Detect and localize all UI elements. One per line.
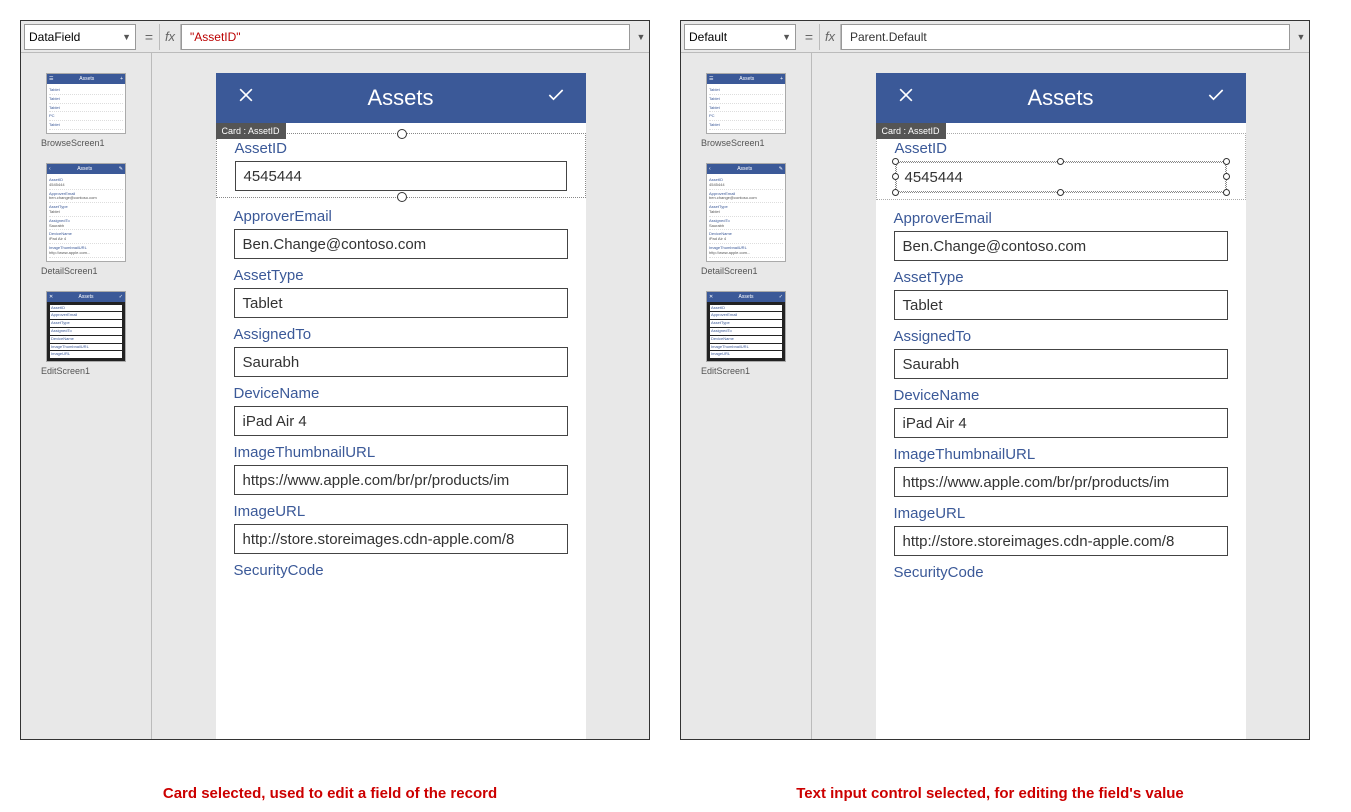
card-assetid[interactable]: AssetID 4545444: [876, 133, 1246, 200]
card-securitycode[interactable]: SecurityCode: [894, 564, 1228, 581]
card-imageurl[interactable]: ImageURL http://store.storeimages.cdn-ap…: [234, 503, 568, 554]
check-icon[interactable]: [1206, 85, 1226, 111]
field-input[interactable]: http://store.storeimages.cdn-apple.com/8: [234, 524, 568, 554]
app-title: Assets: [256, 85, 546, 111]
field-label: DeviceName: [234, 385, 568, 402]
check-icon[interactable]: [546, 85, 566, 111]
field-label: ImageURL: [894, 505, 1228, 522]
field-label: AssignedTo: [894, 328, 1228, 345]
field-label: DeviceName: [894, 387, 1228, 404]
card-assetid[interactable]: AssetID 4545444: [216, 133, 586, 198]
caption-right: Text input control selected, for editing…: [660, 785, 1320, 802]
card-approveremail[interactable]: ApproverEmail Ben.Change@contoso.com: [234, 208, 568, 259]
field-input[interactable]: 4545444: [896, 162, 1226, 192]
formula-expand-icon[interactable]: ▼: [1293, 32, 1309, 42]
fx-icon[interactable]: fx: [819, 24, 841, 50]
app-header: Assets: [876, 73, 1246, 123]
field-input[interactable]: Ben.Change@contoso.com: [234, 229, 568, 259]
card-assettype[interactable]: AssetType Tablet: [234, 267, 568, 318]
field-label: AssetType: [234, 267, 568, 284]
field-label: ImageThumbnailURL: [894, 446, 1228, 463]
field-input[interactable]: https://www.apple.com/br/pr/products/im: [894, 467, 1228, 497]
thumb-label: EditScreen1: [701, 366, 806, 376]
thumb-detail[interactable]: ‹Assets✎ AssetID4545444 ApproverEmailben…: [686, 163, 806, 286]
chevron-down-icon: ▼: [782, 32, 791, 42]
field-input[interactable]: iPad Air 4: [894, 408, 1228, 438]
field-label: AssignedTo: [234, 326, 568, 343]
phone-preview[interactable]: Assets Card : AssetID AssetID 4545444 Ap…: [216, 73, 586, 739]
card-tag: Card : AssetID: [876, 123, 946, 139]
property-name: Default: [689, 30, 727, 44]
field-label: ApproverEmail: [234, 208, 568, 225]
canvas[interactable]: Assets Card : AssetID AssetID 4545444: [811, 53, 1309, 739]
card-approveremail[interactable]: ApproverEmail Ben.Change@contoso.com: [894, 210, 1228, 261]
property-dropdown[interactable]: DataField ▼: [24, 24, 136, 50]
formula-input[interactable]: "AssetID": [181, 24, 630, 50]
field-input[interactable]: 4545444: [235, 161, 567, 191]
card-assignedto[interactable]: AssignedTo Saurabh: [234, 326, 568, 377]
card-devicename[interactable]: DeviceName iPad Air 4: [234, 385, 568, 436]
property-dropdown[interactable]: Default ▼: [684, 24, 796, 50]
thumb-label: BrowseScreen1: [701, 138, 806, 148]
close-icon[interactable]: [236, 85, 256, 111]
card-assettype[interactable]: AssetType Tablet: [894, 269, 1228, 320]
card-imagethumbnailurl[interactable]: ImageThumbnailURL https://www.apple.com/…: [894, 446, 1228, 497]
formula-bar: Default ▼ = fx Parent.Default ▼: [681, 21, 1309, 53]
thumb-edit[interactable]: ✕Assets✓ AssetID ApproverEmail AssetType…: [686, 291, 806, 387]
card-assignedto[interactable]: AssignedTo Saurabh: [894, 328, 1228, 379]
field-label: SecurityCode: [894, 564, 1228, 581]
card-imagethumbnailurl[interactable]: ImageThumbnailURL https://www.apple.com/…: [234, 444, 568, 495]
formula-expand-icon[interactable]: ▼: [633, 32, 649, 42]
thumb-detail[interactable]: ‹Assets✎ AssetID4545444 ApproverEmailben…: [26, 163, 146, 286]
app-title: Assets: [916, 85, 1206, 111]
field-label: AssetType: [894, 269, 1228, 286]
chevron-down-icon: ▼: [122, 32, 131, 42]
formula-input[interactable]: Parent.Default: [841, 24, 1290, 50]
formula-bar: DataField ▼ = fx "AssetID" ▼: [21, 21, 649, 53]
card-tag: Card : AssetID: [216, 123, 286, 139]
thumb-label: BrowseScreen1: [41, 138, 146, 148]
fx-icon[interactable]: fx: [159, 24, 181, 50]
field-label: ImageThumbnailURL: [234, 444, 568, 461]
field-label: SecurityCode: [234, 562, 568, 579]
thumb-label: DetailScreen1: [41, 266, 146, 276]
field-label: ImageURL: [234, 503, 568, 520]
card-securitycode[interactable]: SecurityCode: [234, 562, 568, 579]
text-input-selected[interactable]: 4545444: [895, 161, 1227, 193]
field-label: AssetID: [235, 140, 567, 157]
field-input[interactable]: http://store.storeimages.cdn-apple.com/8: [894, 526, 1228, 556]
thumb-browse[interactable]: ☰Assets+ Tablet Tablet Tablet PC Tablet …: [686, 73, 806, 158]
card-devicename[interactable]: DeviceName iPad Air 4: [894, 387, 1228, 438]
card-imageurl[interactable]: ImageURL http://store.storeimages.cdn-ap…: [894, 505, 1228, 556]
screen-thumbnails: ☰Assets+ Tablet Tablet Tablet PC Tablet …: [681, 53, 811, 739]
equals-label: =: [799, 29, 819, 45]
equals-label: =: [139, 29, 159, 45]
left-pane: DataField ▼ = fx "AssetID" ▼ ☰Assets+ Ta…: [20, 20, 650, 740]
field-input[interactable]: Tablet: [234, 288, 568, 318]
app-header: Assets: [216, 73, 586, 123]
caption-left: Card selected, used to edit a field of t…: [0, 785, 660, 802]
property-name: DataField: [29, 30, 80, 44]
phone-preview[interactable]: Assets Card : AssetID AssetID 4545444: [876, 73, 1246, 739]
field-input[interactable]: Tablet: [894, 290, 1228, 320]
right-pane: Default ▼ = fx Parent.Default ▼ ☰Assets+…: [680, 20, 1310, 740]
thumb-edit[interactable]: ✕Assets✓ AssetID ApproverEmail AssetType…: [26, 291, 146, 387]
field-label: ApproverEmail: [894, 210, 1228, 227]
screen-thumbnails: ☰Assets+ Tablet Tablet Tablet PC Tablet …: [21, 53, 151, 739]
field-input[interactable]: Saurabh: [234, 347, 568, 377]
thumb-label: EditScreen1: [41, 366, 146, 376]
field-label: AssetID: [895, 140, 1227, 157]
field-input[interactable]: iPad Air 4: [234, 406, 568, 436]
thumb-browse[interactable]: ☰Assets+ Tablet Tablet Tablet PC Tablet …: [26, 73, 146, 158]
field-input[interactable]: Saurabh: [894, 349, 1228, 379]
field-input[interactable]: Ben.Change@contoso.com: [894, 231, 1228, 261]
canvas[interactable]: Assets Card : AssetID AssetID 4545444 Ap…: [151, 53, 649, 739]
close-icon[interactable]: [896, 85, 916, 111]
field-input[interactable]: https://www.apple.com/br/pr/products/im: [234, 465, 568, 495]
thumb-label: DetailScreen1: [701, 266, 806, 276]
